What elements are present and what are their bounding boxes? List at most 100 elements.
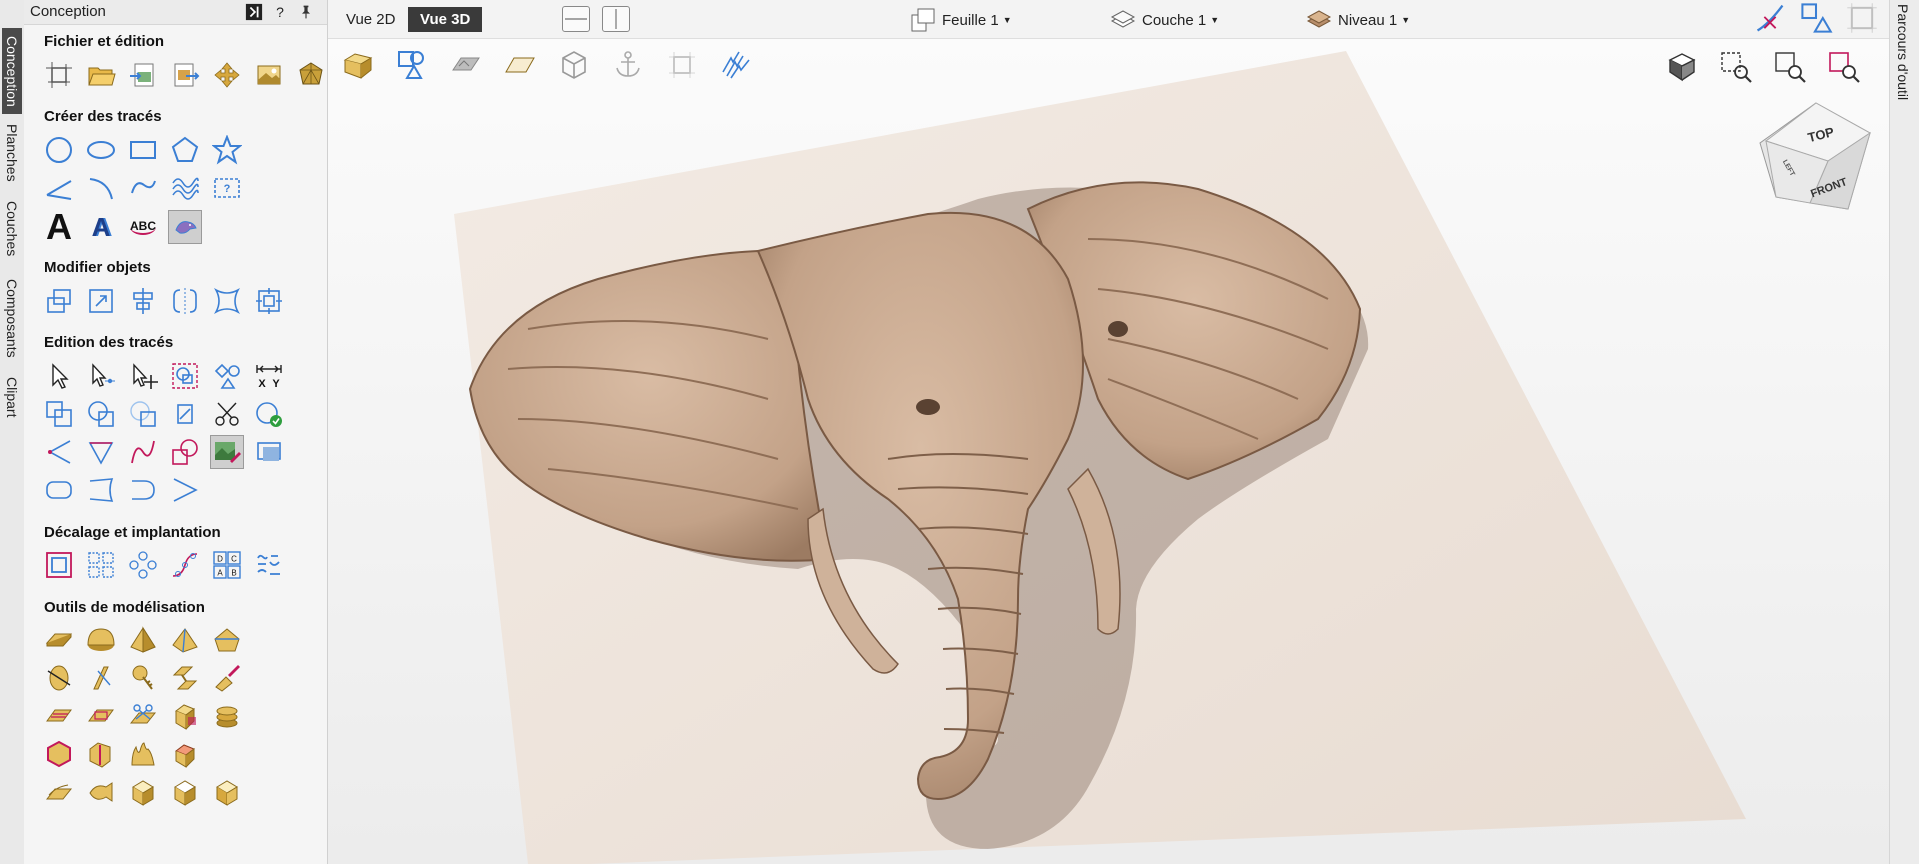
- view-3d-button[interactable]: Vue 3D: [408, 7, 483, 32]
- tab-toolpaths[interactable]: Parcours d'outil: [1895, 4, 1911, 100]
- draw-polygon-button[interactable]: [168, 133, 202, 167]
- show-bounds-button[interactable]: [1844, 0, 1880, 36]
- smooth-button[interactable]: [126, 435, 160, 469]
- intersect-button[interactable]: [126, 397, 160, 431]
- extend-button[interactable]: [84, 435, 118, 469]
- trim-button[interactable]: [210, 397, 244, 431]
- sculpt-button[interactable]: [84, 661, 118, 695]
- weld-button[interactable]: [42, 397, 76, 431]
- job-setup-button[interactable]: [42, 58, 76, 92]
- panel-expand-button[interactable]: [244, 2, 264, 22]
- draw-custom-shape-button[interactable]: ?: [210, 171, 244, 205]
- circular-array-button[interactable]: [126, 548, 160, 582]
- rounded-rect-button[interactable]: [42, 473, 76, 507]
- material-block-button[interactable]: [210, 775, 244, 809]
- vector-from-model-button[interactable]: [84, 737, 118, 771]
- draw-ellipse-button[interactable]: [84, 133, 118, 167]
- shapes-tool-button[interactable]: [210, 359, 244, 393]
- import-button[interactable]: [126, 58, 160, 92]
- close-vectors-button[interactable]: [252, 397, 286, 431]
- slice-model-button[interactable]: [126, 699, 160, 733]
- view-2d-button[interactable]: Vue 2D: [334, 7, 407, 32]
- tab-conception[interactable]: Conception: [2, 28, 22, 114]
- move-object-button[interactable]: [42, 284, 76, 318]
- shape-editor-button[interactable]: [84, 623, 118, 657]
- open-file-button[interactable]: [84, 58, 118, 92]
- 3d-model-button[interactable]: [294, 58, 328, 92]
- draft-button[interactable]: [42, 775, 76, 809]
- texture-area-button[interactable]: [42, 699, 76, 733]
- model-boundary-button[interactable]: [42, 737, 76, 771]
- model-to-mesh-button[interactable]: [126, 775, 160, 809]
- create-component-button[interactable]: [42, 623, 76, 657]
- arc-join-button[interactable]: [126, 473, 160, 507]
- two-rail-sweep-button[interactable]: [168, 623, 202, 657]
- spin-button[interactable]: [42, 661, 76, 695]
- draw-text-button[interactable]: A: [42, 206, 76, 247]
- snap-button[interactable]: [1752, 0, 1788, 36]
- split-vertical-button[interactable]: [602, 6, 630, 32]
- group-select-button[interactable]: [168, 359, 202, 393]
- level-dropdown[interactable]: Niveau 1 ▼: [1306, 6, 1410, 34]
- stack-model-button[interactable]: [210, 699, 244, 733]
- layer-dropdown[interactable]: Couche 1 ▼: [1110, 6, 1219, 34]
- draw-arc-button[interactable]: [84, 171, 118, 205]
- corner-button[interactable]: [168, 473, 202, 507]
- sheet-dropdown[interactable]: Feuille 1 ▼: [910, 6, 1012, 34]
- striped-plate-icon: [46, 709, 72, 722]
- nesting-button[interactable]: DCAB: [210, 548, 244, 582]
- bend-button[interactable]: [84, 473, 118, 507]
- trace-bitmap-button[interactable]: [168, 210, 202, 244]
- align-object-button[interactable]: [126, 284, 160, 318]
- text-on-path-button[interactable]: A: [84, 210, 118, 244]
- draw-circle-button[interactable]: [42, 133, 76, 167]
- array-copy-button[interactable]: [84, 548, 118, 582]
- component-preview-button[interactable]: [168, 775, 202, 809]
- extrude-button[interactable]: [126, 623, 160, 657]
- smoothing-button[interactable]: [84, 775, 118, 809]
- node-edit-button[interactable]: [84, 359, 118, 393]
- text-arc-button[interactable]: ABC: [126, 210, 160, 244]
- split-model-button[interactable]: [168, 661, 202, 695]
- tab-composants[interactable]: Composants: [2, 270, 22, 366]
- subtract-button[interactable]: [84, 397, 118, 431]
- select-tool-button[interactable]: [42, 359, 76, 393]
- pin-button[interactable]: [296, 2, 316, 22]
- tab-clipart[interactable]: Clipart: [2, 372, 22, 422]
- copy-along-curve-button[interactable]: [168, 548, 202, 582]
- draw-polyline-button[interactable]: [42, 171, 76, 205]
- nest-object-button[interactable]: [252, 284, 286, 318]
- image-tool-button[interactable]: [252, 435, 286, 469]
- offset-button[interactable]: [42, 548, 76, 582]
- join-button[interactable]: [42, 435, 76, 469]
- reset-model-button[interactable]: [168, 737, 202, 771]
- clipart-button[interactable]: [252, 58, 286, 92]
- export-button[interactable]: [168, 58, 202, 92]
- rotate-button[interactable]: [210, 623, 244, 657]
- tab-couches[interactable]: Couches: [2, 196, 22, 262]
- vectorize-button[interactable]: [210, 435, 244, 469]
- help-button[interactable]: ?: [270, 2, 290, 22]
- draw-curve-button[interactable]: [126, 171, 160, 205]
- tab-planches[interactable]: Planches: [2, 118, 22, 188]
- measure-tool-button[interactable]: XY: [252, 359, 286, 393]
- transform-button[interactable]: [210, 58, 244, 92]
- transform-tool-button[interactable]: [126, 359, 160, 393]
- scale-object-button[interactable]: [84, 284, 118, 318]
- split-horizontal-button[interactable]: [562, 6, 590, 32]
- draw-rectangle-button[interactable]: [126, 133, 160, 167]
- texture-button[interactable]: [210, 661, 244, 695]
- bake-model-button[interactable]: [168, 699, 202, 733]
- mirror-object-button[interactable]: [168, 284, 202, 318]
- draw-wave-button[interactable]: [168, 171, 202, 205]
- draw-star-button[interactable]: [210, 133, 244, 167]
- fillet-button[interactable]: [168, 397, 202, 431]
- mirror-model-button[interactable]: [126, 661, 160, 695]
- auto-layout-button[interactable]: [252, 548, 286, 582]
- distort-object-button[interactable]: [210, 284, 244, 318]
- 3d-viewport[interactable]: TOP FRONT LEFT: [328, 39, 1889, 864]
- offset-shape-button[interactable]: [168, 435, 202, 469]
- fade-model-button[interactable]: [84, 699, 118, 733]
- flames-button[interactable]: [126, 737, 160, 771]
- show-vectors-button[interactable]: [1798, 0, 1834, 36]
